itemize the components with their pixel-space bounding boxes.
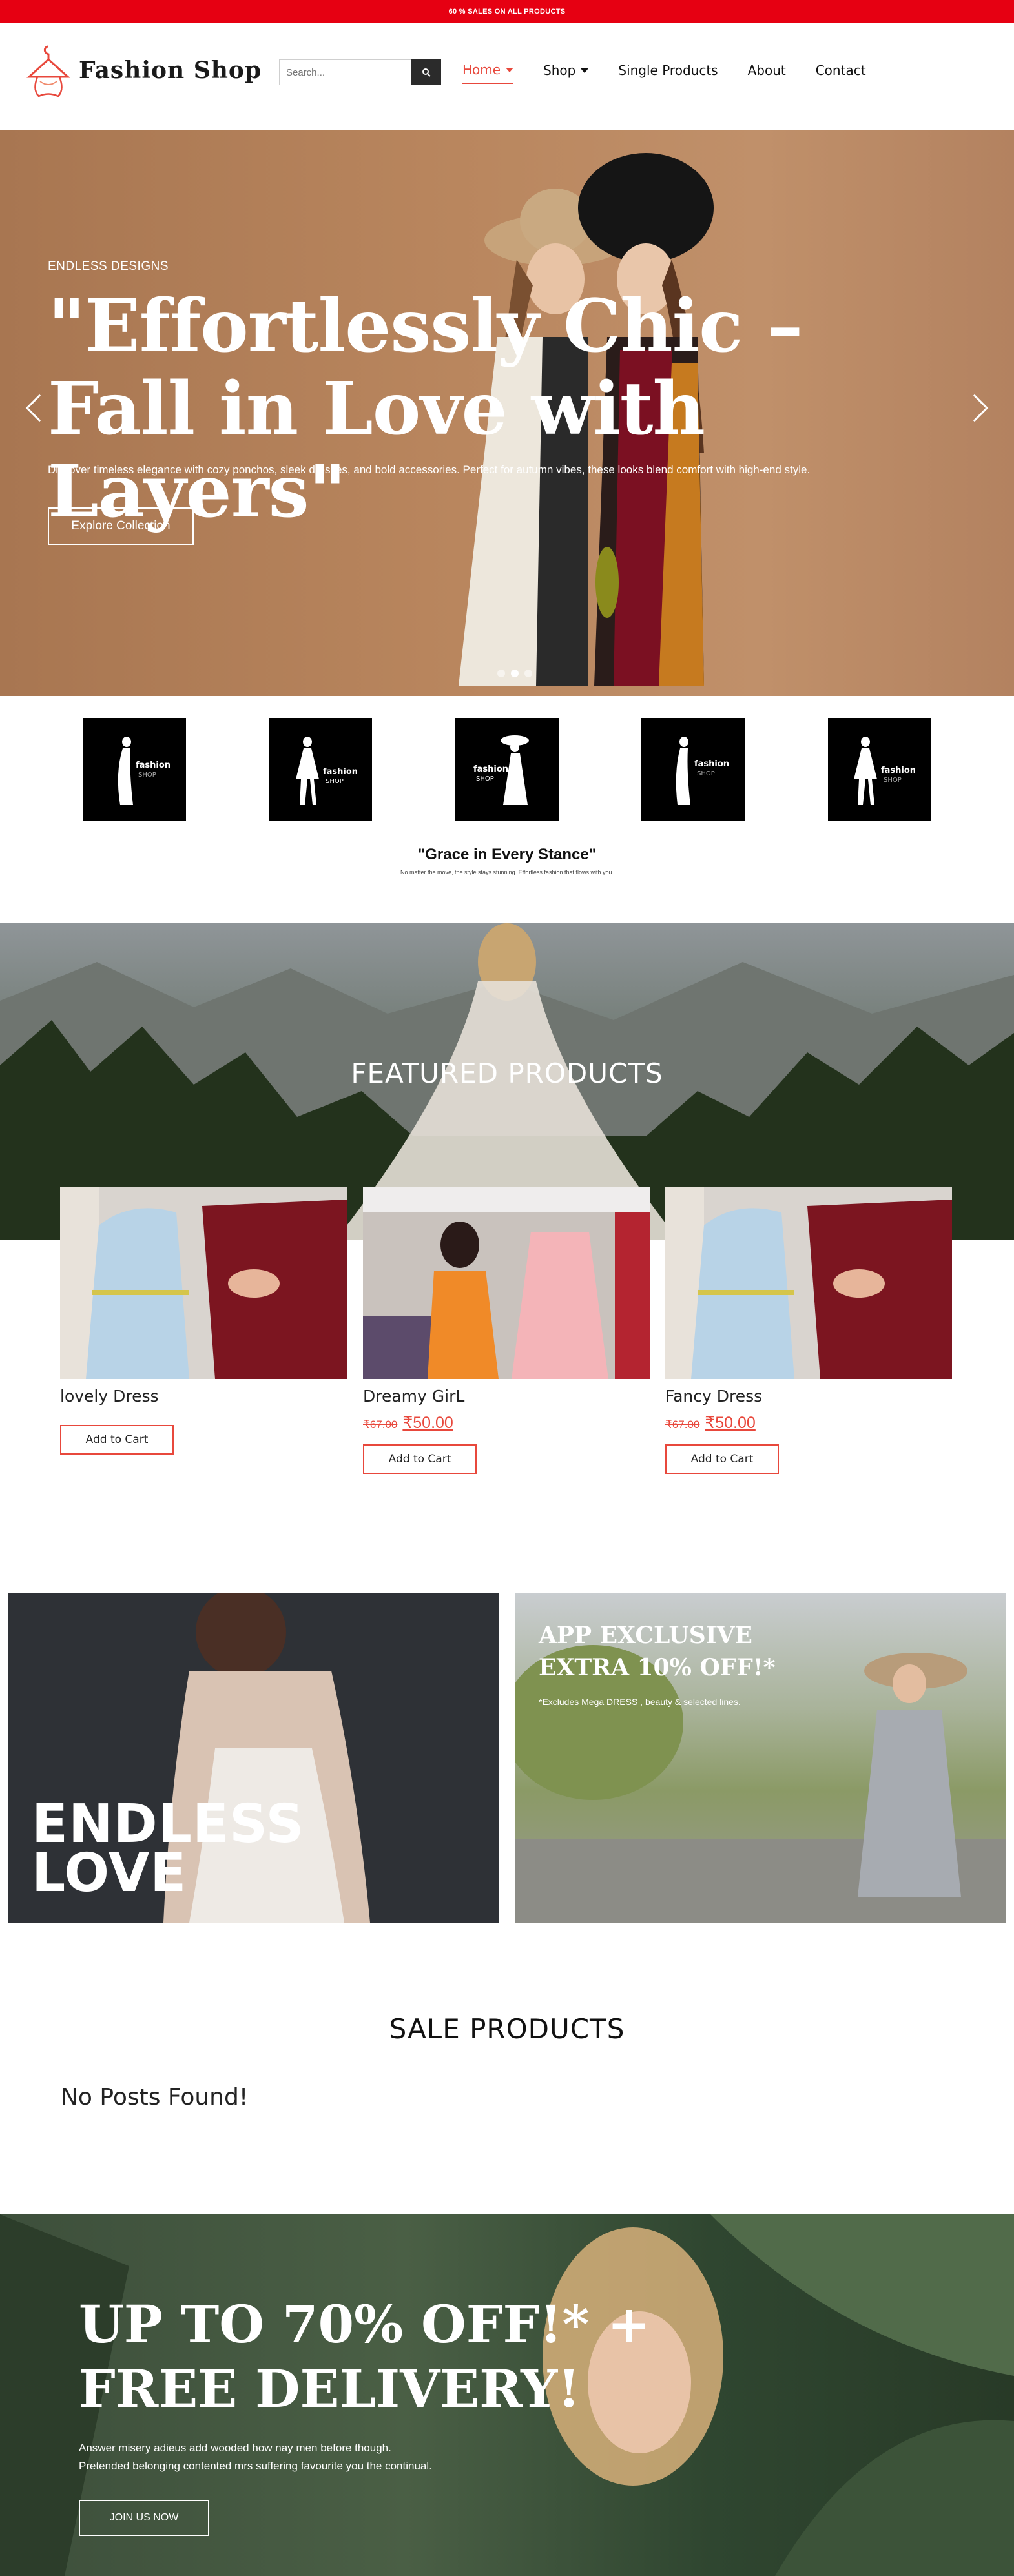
product-card: lovely Dress Add to Cart — [60, 1187, 347, 1455]
banner-title-line: APP EXCLUSIVE — [539, 1622, 752, 1649]
search-input[interactable] — [279, 59, 411, 85]
announcement-text: 60 % SALES ON ALL PRODUCTS — [448, 8, 566, 15]
nav-item-contact[interactable]: Contact — [816, 62, 866, 84]
explore-collection-button[interactable]: Explore Collection — [48, 507, 194, 545]
no-posts-message: No Posts Found! — [61, 2084, 249, 2111]
brand-tile[interactable]: fashion SHOP — [83, 718, 186, 821]
svg-text:SHOP: SHOP — [884, 777, 902, 784]
fashion-shop-logo-icon: fashion SHOP — [473, 735, 529, 805]
promo-title-line: UP TO 70% OFF!* + — [79, 2294, 651, 2355]
svg-text:SHOP: SHOP — [138, 772, 156, 779]
price-row: ₹67.00 ₹50.00 — [665, 1413, 952, 1433]
promo-title: UP TO 70% OFF!* + FREE DELIVERY! — [79, 2292, 650, 2421]
svg-text:SHOP: SHOP — [476, 775, 494, 782]
add-to-cart-button[interactable]: Add to Cart — [665, 1444, 779, 1474]
quote-subtitle: No matter the move, the style stays stun… — [400, 869, 614, 875]
main-nav: Home Shop Single Products About Contact — [462, 62, 896, 84]
product-card: Fancy Dress ₹67.00 ₹50.00 Add to Cart — [665, 1187, 952, 1474]
announcement-bar: 60 % SALES ON ALL PRODUCTS — [0, 0, 1014, 23]
svg-text:fashion: fashion — [136, 761, 171, 770]
featured-products-title: FEATURED PRODUCTS — [351, 1058, 663, 1089]
svg-text:fashion: fashion — [473, 764, 508, 774]
endless-love-banner[interactable]: ENDLESS LOVE — [8, 1593, 499, 1923]
product-name[interactable]: lovely Dress — [60, 1387, 347, 1406]
search-button[interactable] — [411, 59, 441, 85]
fashion-shop-logo-icon: fashion SHOP — [118, 737, 171, 805]
brand-tile[interactable]: fashion SHOP — [269, 718, 372, 821]
site-header: Fashion Shop Home Shop Single Products A… — [0, 23, 1014, 130]
join-us-button[interactable]: JOIN US NOW — [79, 2500, 209, 2536]
fashion-shop-logo-icon: fashion SHOP — [676, 737, 729, 805]
app-exclusive-note: *Excludes Mega DRESS , beauty & selected… — [539, 1697, 741, 1707]
dress-photo-image — [60, 1187, 347, 1379]
chevron-down-icon — [506, 67, 514, 72]
shop-photo-image — [363, 1187, 650, 1379]
slider-dot-active[interactable] — [511, 670, 519, 677]
app-exclusive-title: APP EXCLUSIVE EXTRA 10% OFF!* — [539, 1619, 776, 1684]
endless-love-title: ENDLESS LOVE — [32, 1794, 305, 1904]
search-form — [279, 59, 441, 85]
logo-text: Fashion Shop — [79, 57, 262, 84]
nav-label: Shop — [543, 63, 576, 78]
product-name[interactable]: Dreamy GirL — [363, 1387, 650, 1406]
slider-dot[interactable] — [497, 670, 505, 677]
promo-title-line: FREE DELIVERY! — [79, 2358, 581, 2419]
old-price: ₹67.00 — [665, 1418, 700, 1431]
banner-title-line: EXTRA 10% OFF!* — [539, 1654, 776, 1681]
brand-tile[interactable]: fashion SHOP — [641, 718, 745, 821]
site-logo[interactable]: Fashion Shop — [26, 41, 262, 99]
hero-description: Discover timeless elegance with cozy pon… — [48, 464, 811, 476]
quote-title: "Grace in Every Stance" — [417, 846, 597, 863]
add-to-cart-button[interactable]: Add to Cart — [363, 1444, 477, 1474]
promo-banner: UP TO 70% OFF!* + FREE DELIVERY! Answer … — [0, 2214, 1014, 2576]
fashion-shop-logo-icon: fashion SHOP — [296, 737, 358, 805]
hero-title: "Effortlessly Chic – Fall in Love with L… — [48, 284, 803, 534]
product-image[interactable] — [665, 1187, 952, 1379]
banner-title-line: ENDLESS — [32, 1794, 305, 1855]
nav-item-single-products[interactable]: Single Products — [618, 62, 718, 84]
svg-text:fashion: fashion — [694, 759, 729, 769]
svg-text:fashion: fashion — [881, 766, 916, 775]
banner-title-line: LOVE — [32, 1843, 187, 1904]
hanger-logo-icon — [26, 45, 70, 97]
nav-item-about[interactable]: About — [748, 62, 786, 84]
promo-description: Answer misery adieus add wooded how nay … — [79, 2439, 432, 2475]
nav-label: About — [747, 63, 786, 78]
price-row: ₹67.00 ₹50.00 — [363, 1413, 650, 1433]
chevron-right-icon[interactable] — [960, 394, 989, 422]
svg-text:SHOP: SHOP — [326, 778, 344, 785]
svg-text:fashion: fashion — [323, 767, 358, 777]
nav-item-shop[interactable]: Shop — [543, 62, 589, 84]
slider-dots — [497, 670, 532, 677]
old-price: ₹67.00 — [363, 1418, 398, 1431]
slider-dot[interactable] — [524, 670, 532, 677]
brand-tile[interactable]: fashion SHOP — [455, 718, 559, 821]
product-image[interactable] — [60, 1187, 347, 1379]
promo-desc-line: Answer misery adieus add wooded how nay … — [79, 2442, 391, 2454]
brand-tile[interactable]: fashion SHOP — [828, 718, 931, 821]
dress-photo-image — [665, 1187, 952, 1379]
product-name[interactable]: Fancy Dress — [665, 1387, 952, 1406]
product-image[interactable] — [363, 1187, 650, 1379]
hero-slider: ENDLESS DESIGNS "Effortlessly Chic – Fal… — [0, 130, 1014, 696]
add-to-cart-button[interactable]: Add to Cart — [60, 1425, 174, 1455]
chevron-down-icon — [581, 68, 589, 73]
product-card: Dreamy GirL ₹67.00 ₹50.00 Add to Cart — [363, 1187, 650, 1474]
svg-text:SHOP: SHOP — [697, 770, 715, 777]
hero-subtitle: ENDLESS DESIGNS — [48, 260, 169, 273]
sale-products-title: SALE PRODUCTS — [389, 2013, 625, 2045]
brand-tiles: fashion SHOP fashion SHOP fashion SHOP f… — [0, 696, 1014, 825]
app-exclusive-banner[interactable]: APP EXCLUSIVE EXTRA 10% OFF!* *Excludes … — [515, 1593, 1006, 1923]
product-price[interactable]: ₹50.00 — [705, 1413, 755, 1433]
promo-desc-line: Pretended belonging contented mrs suffer… — [79, 2460, 432, 2472]
product-price[interactable]: ₹50.00 — [402, 1413, 453, 1433]
nav-label: Contact — [815, 63, 866, 78]
fashion-shop-logo-icon: fashion SHOP — [854, 737, 916, 805]
nav-item-home[interactable]: Home — [462, 62, 514, 84]
nav-label: Single Products — [618, 63, 718, 78]
nav-label: Home — [462, 62, 501, 77]
search-icon — [422, 68, 431, 77]
